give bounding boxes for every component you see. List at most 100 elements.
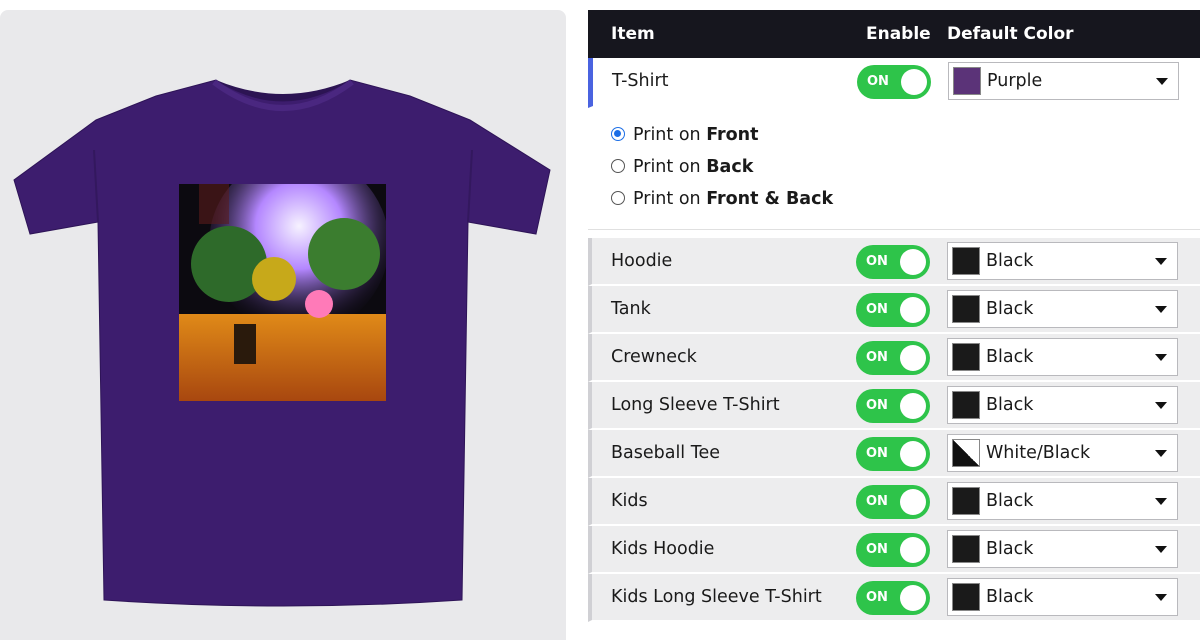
- toggle-knob-icon: [900, 441, 926, 467]
- table-header: Item Enable Default Color: [588, 10, 1200, 58]
- product-settings-table: Item Enable Default Color T-Shirt ON Pur…: [588, 10, 1200, 622]
- toggle-knob-icon: [900, 393, 926, 419]
- default-color-select[interactable]: White/Black: [947, 434, 1178, 472]
- toggle-state-label: ON: [867, 74, 889, 89]
- enable-toggle[interactable]: ON: [856, 581, 930, 615]
- color-swatch: [952, 247, 980, 275]
- default-color-select[interactable]: Black: [947, 482, 1178, 520]
- toggle-knob-icon: [901, 69, 927, 95]
- print-placement-options: Print on Front Print on Back Print on Fr…: [588, 108, 1200, 230]
- toggle-state-label: ON: [866, 254, 888, 269]
- default-color-select[interactable]: Black: [947, 338, 1178, 376]
- enable-toggle[interactable]: ON: [856, 341, 930, 375]
- enable-toggle[interactable]: ON: [856, 485, 930, 519]
- toggle-state-label: ON: [866, 494, 888, 509]
- default-color-select[interactable]: Black: [947, 578, 1178, 616]
- row-label: Crewneck: [611, 347, 697, 367]
- selected-color: Black: [986, 347, 1034, 367]
- selected-color: Purple: [987, 71, 1043, 91]
- row-label: Kids Long Sleeve T-Shirt: [611, 587, 822, 607]
- caret-down-icon: [1155, 354, 1167, 361]
- caret-down-icon: [1155, 306, 1167, 313]
- table-row-baseball-tee[interactable]: Baseball Tee ON White/Black: [588, 430, 1200, 478]
- default-color-select[interactable]: Black: [947, 530, 1178, 568]
- table-row-tank[interactable]: Tank ON Black: [588, 286, 1200, 334]
- color-swatch: [952, 535, 980, 563]
- selected-color: Black: [986, 251, 1034, 271]
- toggle-state-label: ON: [866, 590, 888, 605]
- color-swatch: [952, 391, 980, 419]
- radio-button[interactable]: [611, 159, 625, 173]
- color-swatch: [952, 487, 980, 515]
- row-label: Long Sleeve T-Shirt: [611, 395, 780, 415]
- toggle-state-label: ON: [866, 542, 888, 557]
- default-color-select[interactable]: Purple: [948, 62, 1179, 100]
- toggle-state-label: ON: [866, 446, 888, 461]
- print-option-front[interactable]: Print on Front: [611, 125, 759, 145]
- selected-color: Black: [986, 539, 1034, 559]
- toggle-knob-icon: [900, 297, 926, 323]
- print-option-bold: Back: [706, 157, 754, 177]
- product-preview: [0, 10, 566, 640]
- radio-button[interactable]: [611, 191, 625, 205]
- row-label: Tank: [611, 299, 651, 319]
- toggle-knob-icon: [900, 537, 926, 563]
- row-label: Kids: [611, 491, 648, 511]
- print-option-prefix: Print on: [633, 157, 707, 177]
- color-swatch: [952, 583, 980, 611]
- print-option-bold: Front: [706, 125, 759, 145]
- caret-down-icon: [1155, 594, 1167, 601]
- default-color-select[interactable]: Black: [947, 290, 1178, 328]
- column-header-default-color: Default Color: [947, 24, 1074, 44]
- caret-down-icon: [1155, 258, 1167, 265]
- spacer: [588, 230, 1200, 238]
- selected-color: Black: [986, 395, 1034, 415]
- selected-color: Black: [986, 299, 1034, 319]
- table-row-kids-long-sleeve-tshirt[interactable]: Kids Long Sleeve T-Shirt ON Black: [588, 574, 1200, 622]
- table-row-crewneck[interactable]: Crewneck ON Black: [588, 334, 1200, 382]
- color-swatch: [952, 295, 980, 323]
- toggle-knob-icon: [900, 585, 926, 611]
- print-option-prefix: Print on: [633, 189, 707, 209]
- enable-toggle[interactable]: ON: [856, 389, 930, 423]
- enable-toggle[interactable]: ON: [856, 437, 930, 471]
- enable-toggle[interactable]: ON: [856, 245, 930, 279]
- column-header-item: Item: [611, 24, 655, 44]
- table-row-hoodie[interactable]: Hoodie ON Black: [588, 238, 1200, 286]
- enable-toggle[interactable]: ON: [856, 533, 930, 567]
- toggle-state-label: ON: [866, 398, 888, 413]
- row-label: Kids Hoodie: [611, 539, 715, 559]
- table-row-long-sleeve-tshirt[interactable]: Long Sleeve T-Shirt ON Black: [588, 382, 1200, 430]
- toggle-knob-icon: [900, 345, 926, 371]
- print-option-bold: Front & Back: [706, 189, 834, 209]
- toggle-knob-icon: [900, 249, 926, 275]
- row-label: T-Shirt: [612, 71, 669, 91]
- default-color-select[interactable]: Black: [947, 242, 1178, 280]
- row-label: Baseball Tee: [611, 443, 720, 463]
- enable-toggle[interactable]: ON: [856, 293, 930, 327]
- caret-down-icon: [1155, 450, 1167, 457]
- table-row-kids-hoodie[interactable]: Kids Hoodie ON Black: [588, 526, 1200, 574]
- caret-down-icon: [1155, 402, 1167, 409]
- color-swatch: [952, 343, 980, 371]
- print-option-prefix: Print on: [633, 125, 707, 145]
- enable-toggle[interactable]: ON: [857, 65, 931, 99]
- column-header-enable: Enable: [866, 24, 931, 44]
- table-row-kids[interactable]: Kids ON Black: [588, 478, 1200, 526]
- default-color-select[interactable]: Black: [947, 386, 1178, 424]
- selected-color: Black: [986, 587, 1034, 607]
- color-swatch-white-black: [952, 439, 980, 467]
- print-option-front-back[interactable]: Print on Front & Back: [611, 189, 833, 209]
- toggle-knob-icon: [900, 489, 926, 515]
- print-option-back[interactable]: Print on Back: [611, 157, 753, 177]
- radio-button-checked[interactable]: [611, 127, 625, 141]
- color-swatch: [953, 67, 981, 95]
- table-row-tshirt[interactable]: T-Shirt ON Purple: [588, 58, 1200, 108]
- toggle-state-label: ON: [866, 350, 888, 365]
- row-label: Hoodie: [611, 251, 673, 271]
- caret-down-icon: [1156, 78, 1168, 85]
- selected-color: Black: [986, 491, 1034, 511]
- toggle-state-label: ON: [866, 302, 888, 317]
- caret-down-icon: [1155, 546, 1167, 553]
- caret-down-icon: [1155, 498, 1167, 505]
